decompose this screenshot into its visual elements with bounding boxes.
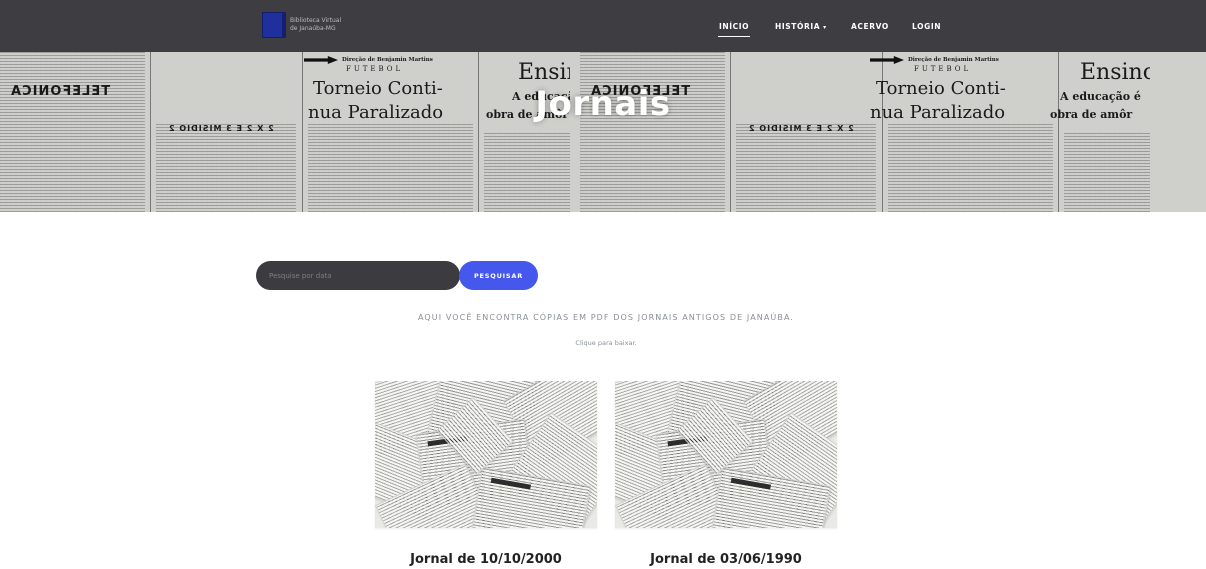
newspaper-column [156,122,296,212]
newspaper-column [308,122,473,212]
hero-newspaper-image: TELEFONICA 2 X 2 E 3 MISIDIO 2 Direção d… [0,52,570,212]
column-divider [478,52,479,212]
brand-name: Biblioteca Virtual de Janaúba-MG [290,17,341,33]
column-divider [150,52,151,212]
arrow-icon [304,56,338,64]
intro-text: AQUI VOCÊ ENCONTRA CÓPIAS EM PDF DOS JOR… [417,313,795,322]
column-divider [882,52,883,212]
headline-text: Ensino [1080,60,1150,85]
nav-item-historia[interactable]: HISTÓRIA ▾ [775,22,827,31]
newspaper-thumbnail-icon[interactable] [615,381,837,528]
column-divider [302,52,303,212]
nav-item-acervo[interactable]: ACERVO [851,22,889,31]
headline-text: Ensino [518,60,570,85]
nav-item-historia-label: HISTÓRIA [775,22,821,31]
newspaper-card[interactable]: Jornal de 03/06/1990 [615,381,837,567]
date-search-input[interactable] [256,261,460,290]
column-divider [730,52,731,212]
chevron-down-icon: ▾ [823,24,827,31]
newspaper-column [580,52,725,212]
brand-link[interactable]: Biblioteca Virtual de Janaúba-MG [262,12,341,38]
newspaper-thumbnail-icon[interactable] [375,381,597,528]
book-logo-icon [262,12,286,38]
column-divider [1058,52,1059,212]
arrow-icon [870,56,904,64]
headline-direction: Direção de Benjamin Martins [908,57,999,63]
headline-direction: Direção de Benjamin Martins [342,57,433,63]
newspaper-title[interactable]: Jornal de 10/10/2000 [375,552,597,567]
nav-item-inicio[interactable]: INÍCIO [717,22,751,37]
mirror-headline: 2 X 2 E 3 MISIDIO 2 [168,124,274,133]
brand-name-line-2: de Janaúba-MG [290,25,336,32]
headline-section: FUTEBOL [914,65,972,73]
navbar: Biblioteca Virtual de Janaúba-MG INÍCIO … [0,0,1206,52]
newspaper-title[interactable]: Jornal de 03/06/1990 [615,552,837,567]
newspaper-column [888,122,1053,212]
hero-newspaper-image: TELEFONICA 2 X 2 E 3 MISIDIO 2 Direção d… [580,52,1150,212]
download-hint: Clique para baixar. [575,339,637,347]
newspaper-column [736,122,876,212]
page-title: Jornais [535,84,671,124]
search-button[interactable]: PESQUISAR [459,261,538,290]
headline-section: FUTEBOL [346,65,404,73]
nav-item-login[interactable]: LOGIN [912,22,941,31]
newspaper-column [484,132,570,212]
mirror-headline: 2 X 2 E 3 MISIDIO 2 [748,124,854,133]
newspaper-column [1064,132,1150,212]
brand-name-line-1: Biblioteca Virtual [290,17,342,24]
newspaper-card[interactable]: Jornal de 10/10/2000 [375,381,597,567]
newspaper-column [0,52,145,212]
hero-banner: TELEFONICA 2 X 2 E 3 MISIDIO 2 Direção d… [0,52,1206,212]
